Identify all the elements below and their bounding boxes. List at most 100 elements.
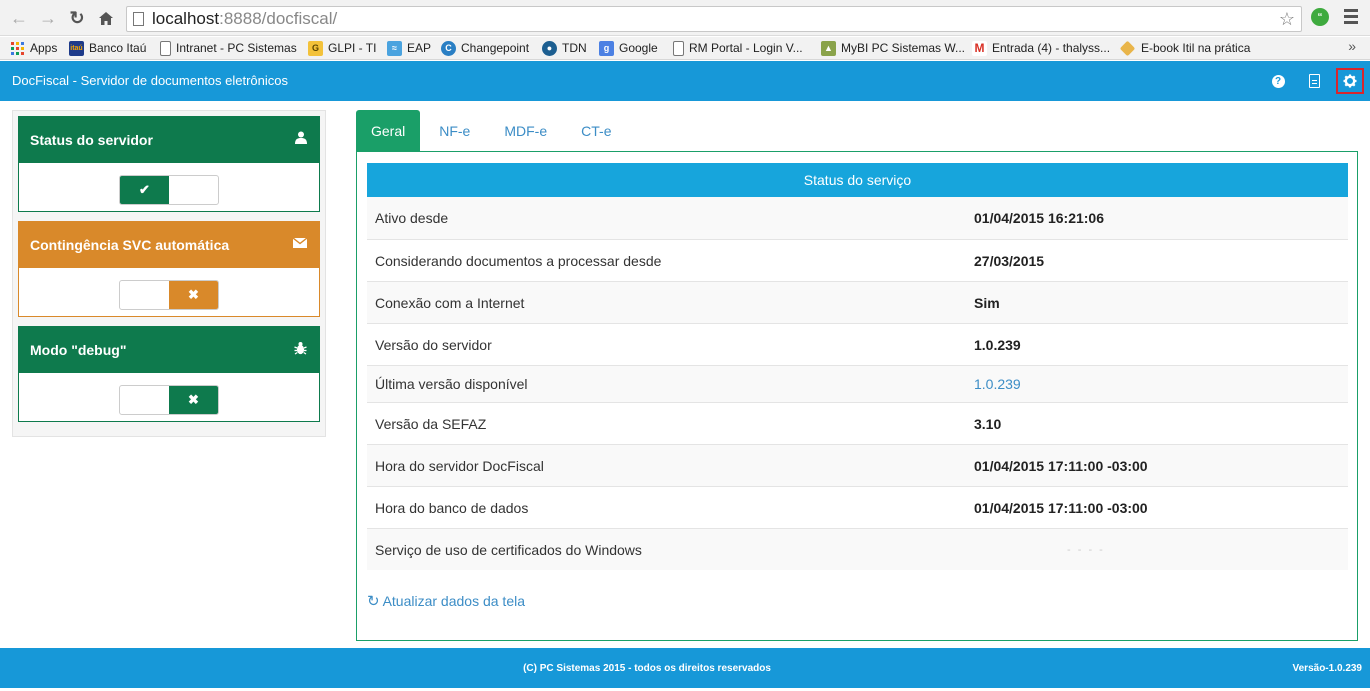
bookmark-label: GLPI - TI xyxy=(328,41,377,55)
debug-title: Modo "debug" xyxy=(30,342,127,358)
bug-icon xyxy=(294,341,307,358)
chrome-menu-icon[interactable] xyxy=(1344,9,1358,27)
tab-cte[interactable]: CT-e xyxy=(566,110,626,151)
app-footer: (C) PC Sistemas 2015 - todos os direitos… xyxy=(0,648,1370,688)
mybi-icon: ▲ xyxy=(821,40,836,56)
home-icon[interactable] xyxy=(95,7,117,29)
bookmark-gmail[interactable]: M Entrada (4) - thalyss... xyxy=(972,39,1110,57)
gear-icon xyxy=(1343,74,1357,88)
server-status-card: Status do servidor ✔ xyxy=(18,116,320,212)
row-label: Hora do servidor DocFiscal xyxy=(375,457,544,474)
row-label: Última versão disponível xyxy=(375,376,528,392)
row-label: Hora do banco de dados xyxy=(375,499,529,516)
document-button[interactable] xyxy=(1303,70,1325,92)
bookmark-label: TDN xyxy=(562,41,587,55)
bookmark-label: MyBI PC Sistemas W... xyxy=(841,41,966,55)
table-row: Ativo desde 01/04/2015 16:21:06 xyxy=(367,197,1348,240)
url-host: localhost xyxy=(152,9,220,28)
bookmark-label: RM Portal - Login V... xyxy=(689,41,803,55)
table-row: Conexão com a Internet Sim xyxy=(367,282,1348,324)
page-icon xyxy=(673,40,684,56)
bookmark-intranet[interactable]: Intranet - PC Sistemas xyxy=(160,39,297,57)
table-row: Serviço de uso de certificados do Window… xyxy=(367,529,1348,570)
table-row: Versão da SEFAZ 3.10 xyxy=(367,403,1348,445)
forward-arrow-icon[interactable]: → xyxy=(37,7,59,29)
apps-grid-icon xyxy=(10,41,25,56)
bookmark-glpi[interactable]: G GLPI - TI xyxy=(308,39,376,57)
back-arrow-icon[interactable]: ← xyxy=(8,7,30,29)
status-table-header: Status do serviço xyxy=(367,163,1348,197)
user-icon xyxy=(295,131,307,147)
row-value: 01/04/2015 17:11:00 -03:00 xyxy=(974,499,1148,516)
row-value: 1.0.239 xyxy=(974,336,1021,353)
contingency-toggle[interactable]: ✖ xyxy=(119,280,219,310)
row-label: Serviço de uso de certificados do Window… xyxy=(375,541,642,558)
contingency-title: Contingência SVC automática xyxy=(30,237,230,253)
bookmark-label: Banco Itaú xyxy=(89,41,147,55)
settings-button[interactable] xyxy=(1336,68,1364,94)
bookmark-changepoint[interactable]: C Changepoint xyxy=(441,39,529,57)
table-row: Versão do servidor 1.0.239 xyxy=(367,324,1348,366)
bookmark-mybi[interactable]: ▲ MyBI PC Sistemas W... xyxy=(821,39,965,57)
help-icon: ? xyxy=(1271,74,1285,88)
address-bar[interactable]: localhost:8888/docfiscal/ ☆ xyxy=(126,6,1302,32)
changepoint-icon: C xyxy=(441,40,456,56)
row-label: Conexão com a Internet xyxy=(375,294,525,311)
debug-card: Modo "debug" ✖ xyxy=(18,326,320,422)
help-button[interactable]: ? xyxy=(1267,70,1289,92)
glpi-icon: G xyxy=(308,40,323,56)
bookmark-apps[interactable]: Apps xyxy=(10,39,57,57)
left-panel: Status do servidor ✔ Contingência SVC au… xyxy=(12,110,326,437)
row-label: Versão da SEFAZ xyxy=(375,415,487,432)
bookmark-banco-itau[interactable]: itaú Banco Itaú xyxy=(69,39,146,57)
bookmark-google[interactable]: g Google xyxy=(599,39,658,57)
refresh-link[interactable]: ↻ Atualizar dados da tela xyxy=(367,592,525,610)
bookmark-label: E-book Itil na prática xyxy=(1141,41,1251,55)
latest-version-link[interactable]: 1.0.239 xyxy=(974,376,1021,392)
bookmark-label: Entrada (4) - thalyss... xyxy=(992,41,1111,55)
contingency-header: Contingência SVC automática xyxy=(19,222,319,268)
hangouts-extension-icon[interactable]: “ xyxy=(1311,8,1329,26)
server-status-title: Status do servidor xyxy=(30,132,153,148)
eap-icon: ≈ xyxy=(387,40,402,56)
bookmarks-bar: Apps itaú Banco Itaú Intranet - PC Siste… xyxy=(0,37,1370,60)
google-icon: g xyxy=(599,40,614,56)
bookmark-ebook[interactable]: E-book Itil na prática xyxy=(1119,39,1251,57)
row-value: 01/04/2015 17:11:00 -03:00 xyxy=(974,457,1148,474)
bookmark-star-icon[interactable]: ☆ xyxy=(1279,9,1295,30)
bookmark-rm-portal[interactable]: RM Portal - Login V... xyxy=(673,39,803,57)
more-bookmarks-chevron[interactable]: » xyxy=(1348,38,1356,54)
table-row: Considerando documentos a processar desd… xyxy=(367,240,1348,282)
tab-nfe[interactable]: NF-e xyxy=(424,110,485,151)
url-path: :8888/docfiscal/ xyxy=(219,9,338,28)
app-title: DocFiscal - Servidor de documentos eletr… xyxy=(12,73,289,88)
tab-geral[interactable]: Geral xyxy=(356,110,421,151)
row-label: Ativo desde xyxy=(375,210,449,226)
bookmark-label: Intranet - PC Sistemas xyxy=(176,41,297,55)
browser-toolbar: ← → ↻ localhost:8888/docfiscal/ ☆ “ xyxy=(0,0,1370,36)
page-icon xyxy=(160,40,171,56)
bookmark-eap[interactable]: ≈ EAP xyxy=(387,39,431,57)
app-header: DocFiscal - Servidor de documentos eletr… xyxy=(0,61,1370,101)
row-value: 01/04/2015 16:21:06 xyxy=(974,210,1104,226)
footer-version: Versão-1.0.239 xyxy=(1292,663,1363,674)
refresh-icon: ↻ xyxy=(367,593,380,610)
gmail-icon: M xyxy=(972,40,987,56)
tab-mdfe[interactable]: MDF-e xyxy=(489,110,562,151)
document-icon xyxy=(1308,74,1320,88)
table-row: Última versão disponível 1.0.239 xyxy=(367,366,1348,403)
footer-copyright: (C) PC Sistemas 2015 - todos os direitos… xyxy=(523,663,771,674)
envelope-icon xyxy=(292,236,308,251)
bookmark-label: EAP xyxy=(407,41,432,55)
itau-icon: itaú xyxy=(69,40,84,56)
bookmark-tdn[interactable]: ● TDN xyxy=(542,39,587,57)
bookmark-label: Google xyxy=(619,41,658,55)
debug-toggle[interactable]: ✖ xyxy=(119,385,219,415)
row-value: - - - - xyxy=(1067,543,1105,556)
table-row: Hora do banco de dados 01/04/2015 17:11:… xyxy=(367,487,1348,529)
server-status-toggle[interactable]: ✔ xyxy=(119,175,219,205)
row-label: Versão do servidor xyxy=(375,336,492,353)
reload-icon[interactable]: ↻ xyxy=(66,7,88,29)
toggle-off-side xyxy=(120,281,169,309)
tab-bar: Geral NF-e MDF-e CT-e xyxy=(356,110,630,151)
